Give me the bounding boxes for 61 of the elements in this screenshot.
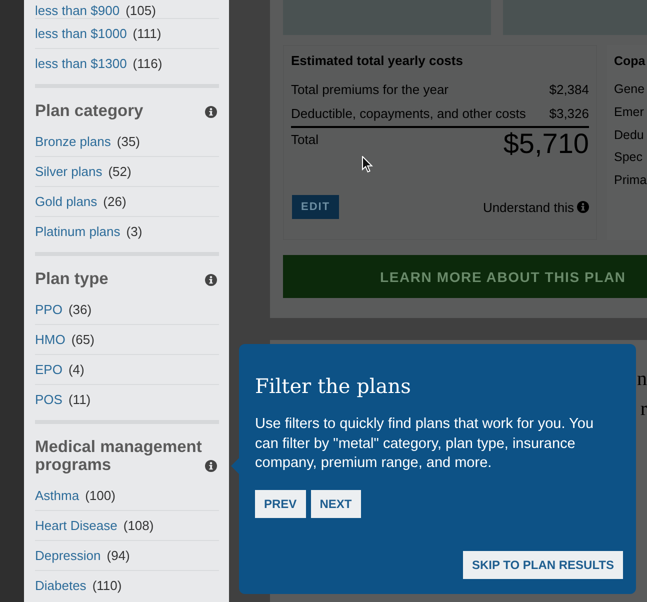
panel-title: Estimated total yearly costs bbox=[291, 53, 464, 69]
learn-more-button[interactable]: LEARN MORE ABOUT THIS PLAN bbox=[283, 255, 647, 298]
result-count: (116) bbox=[132, 56, 162, 71]
filter-link[interactable]: PPO bbox=[35, 302, 62, 316]
result-count: (111) bbox=[132, 26, 162, 41]
benefit-label: Spec bbox=[614, 149, 644, 166]
mouse-cursor-icon bbox=[362, 156, 373, 173]
filter-link[interactable]: Depression bbox=[35, 548, 101, 563]
filter-link[interactable]: less than $1000 bbox=[35, 26, 127, 41]
info-icon bbox=[577, 201, 589, 213]
filter-link[interactable]: Diabetes bbox=[35, 578, 86, 593]
cost-label: Deductible, copayments, and other costs bbox=[291, 105, 526, 123]
section-heading: Plan category bbox=[35, 102, 144, 120]
filter-link[interactable]: less than $900 bbox=[35, 3, 120, 18]
section-heading: Plan type bbox=[35, 270, 108, 288]
total-label: Total bbox=[291, 132, 318, 148]
filter-link[interactable]: HMO bbox=[35, 332, 66, 347]
filter-link[interactable]: POS bbox=[35, 392, 62, 407]
info-icon[interactable] bbox=[205, 106, 217, 118]
benefit-label: Emer bbox=[614, 104, 645, 121]
filter-link[interactable]: Asthma bbox=[35, 488, 80, 502]
edit-button[interactable]: EDIT bbox=[292, 195, 340, 219]
heading-fragment: r bbox=[640, 397, 647, 422]
result-count: (3) bbox=[126, 224, 142, 239]
result-count: (108) bbox=[123, 518, 154, 533]
result-count: (26) bbox=[103, 194, 126, 209]
result-count: (4) bbox=[68, 362, 84, 377]
benefit-label: Dedu bbox=[614, 126, 645, 144]
result-count: (110) bbox=[92, 578, 122, 593]
section-heading: Medical management programs bbox=[35, 438, 203, 474]
result-count: (11) bbox=[68, 392, 91, 407]
result-count: (105) bbox=[126, 3, 156, 18]
filter-link[interactable]: Bronze plans bbox=[35, 134, 111, 148]
filter-link[interactable]: less than $1300 bbox=[35, 56, 127, 71]
filter-link[interactable]: Gold plans bbox=[35, 194, 98, 209]
filter-link[interactable]: Silver plans bbox=[35, 164, 102, 179]
heading-fragment: n bbox=[637, 367, 647, 392]
result-count: (65) bbox=[71, 332, 94, 347]
tooltip-title: Filter the plans bbox=[255, 373, 412, 400]
total-amount: $5,710 bbox=[503, 129, 589, 159]
result-count: (36) bbox=[68, 302, 92, 316]
filter-link[interactable]: Platinum plans bbox=[35, 224, 120, 239]
skip-button[interactable]: SKIP TO PLAN RESULTS bbox=[462, 551, 623, 579]
result-count: (35) bbox=[116, 134, 140, 148]
result-count: (52) bbox=[108, 164, 132, 179]
filter-link[interactable]: Heart Disease bbox=[35, 518, 118, 533]
result-count: (100) bbox=[85, 488, 116, 502]
info-icon[interactable] bbox=[205, 274, 217, 286]
benefit-label: Gene bbox=[614, 81, 646, 98]
cost-amount: $2,384 bbox=[549, 81, 589, 99]
cost-label: Total premiums for the year bbox=[291, 81, 449, 99]
tooltip-text: Use filters to quickly find plans that work for you. You can filter by "metal" category, plan type, insurance company, premium range, and more. bbox=[255, 415, 595, 473]
tour-nav-button[interactable]: NEXT bbox=[310, 490, 361, 518]
tour-nav-button[interactable]: PREV bbox=[255, 490, 306, 518]
result-count: (94) bbox=[106, 548, 130, 563]
panel-title: Copa bbox=[614, 53, 646, 69]
benefit-label: Prima bbox=[614, 172, 647, 190]
understand-link[interactable]: Understand this bbox=[482, 200, 589, 214]
filter-link[interactable]: EPO bbox=[35, 362, 62, 377]
cost-amount: $3,326 bbox=[549, 105, 589, 123]
info-icon[interactable] bbox=[205, 460, 217, 472]
